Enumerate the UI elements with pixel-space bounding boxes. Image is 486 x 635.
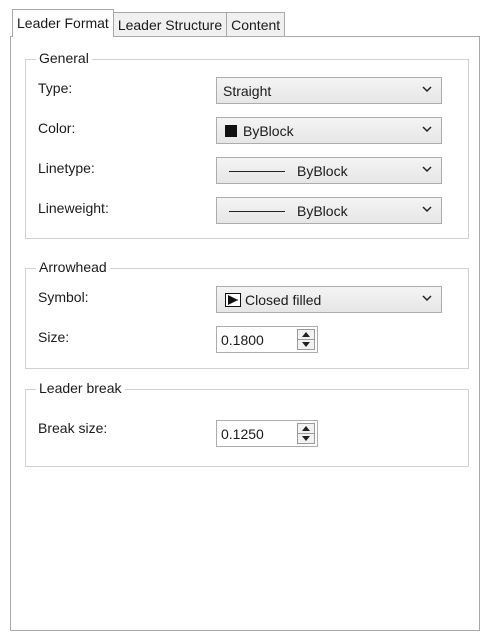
color-label: Color:	[38, 120, 76, 136]
tab-content[interactable]: Content	[226, 12, 286, 36]
symbol-value: Closed filled	[245, 292, 322, 308]
break-size-spinner[interactable]: 0.1250	[216, 420, 318, 447]
lineweight-dropdown[interactable]: ByBlock	[216, 197, 442, 224]
linetype-label: Linetype:	[38, 160, 95, 176]
size-value: 0.1800	[221, 332, 264, 348]
lineweight-preview-icon	[229, 211, 285, 212]
type-label: Type:	[38, 80, 73, 96]
general-legend: General	[36, 50, 92, 66]
decrement-icon[interactable]	[302, 436, 310, 441]
type-dropdown[interactable]: Straight	[216, 77, 442, 104]
stepper-divider	[298, 433, 314, 434]
tab-leader-format[interactable]: Leader Format	[12, 9, 114, 37]
increment-icon[interactable]	[302, 426, 310, 431]
decrement-icon[interactable]	[302, 342, 310, 347]
chevron-down-icon	[422, 86, 432, 93]
lineweight-value: ByBlock	[297, 203, 348, 219]
arrowhead-legend: Arrowhead	[36, 259, 110, 275]
chevron-down-icon	[422, 295, 432, 302]
arrowhead-group: Arrowhead Symbol: Closed filled Size: 0.…	[25, 259, 469, 369]
symbol-label: Symbol:	[38, 289, 89, 305]
tab-leader-structure[interactable]: Leader Structure	[112, 12, 228, 36]
break-size-label: Break size:	[38, 420, 108, 436]
closed-filled-arrow-icon	[225, 293, 241, 307]
size-spinner[interactable]: 0.1800	[216, 326, 318, 353]
linetype-dropdown[interactable]: ByBlock	[216, 157, 442, 184]
leader-break-legend: Leader break	[36, 380, 125, 396]
linetype-value: ByBlock	[297, 163, 348, 179]
size-stepper[interactable]	[297, 329, 315, 350]
leader-break-group: Leader break Break size: 0.1250	[25, 380, 469, 467]
break-size-stepper[interactable]	[297, 423, 315, 444]
tab-panel: General Type: Straight Color: ByBlock Li…	[10, 36, 480, 631]
stepper-divider	[298, 339, 314, 340]
tab-strip: Leader Format Leader Structure Content	[12, 8, 286, 37]
general-group: General Type: Straight Color: ByBlock Li…	[25, 50, 469, 239]
chevron-down-icon	[422, 166, 432, 173]
color-swatch-icon	[225, 125, 237, 137]
type-value: Straight	[223, 83, 272, 99]
chevron-down-icon	[422, 206, 432, 213]
linetype-preview-icon	[229, 171, 285, 172]
increment-icon[interactable]	[302, 332, 310, 337]
color-dropdown[interactable]: ByBlock	[216, 117, 442, 144]
lineweight-label: Lineweight:	[38, 200, 109, 216]
color-value: ByBlock	[243, 123, 294, 139]
size-label: Size:	[38, 329, 70, 345]
symbol-dropdown[interactable]: Closed filled	[216, 286, 442, 313]
chevron-down-icon	[422, 126, 432, 133]
break-size-value: 0.1250	[221, 426, 264, 442]
